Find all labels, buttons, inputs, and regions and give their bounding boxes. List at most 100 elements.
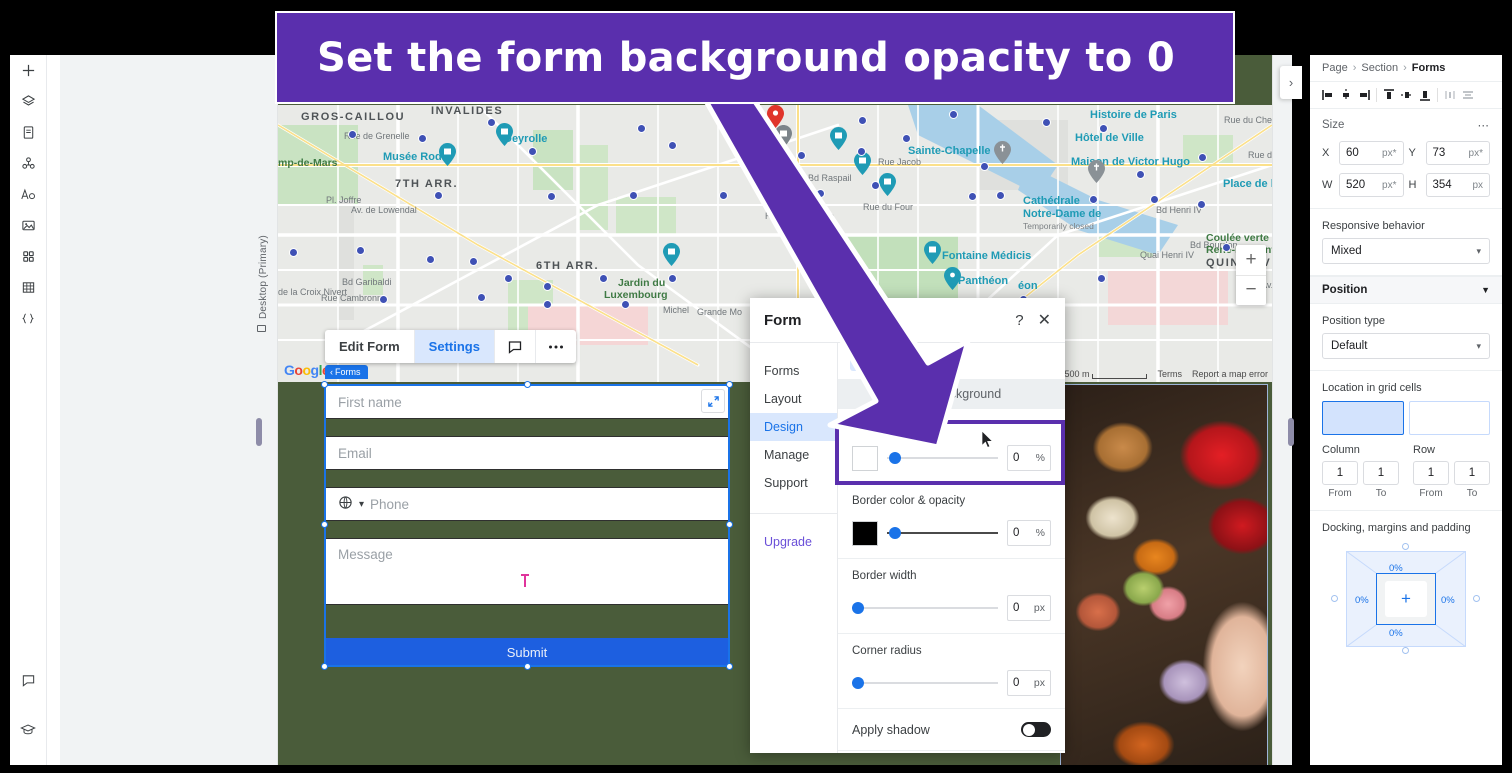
row-to-input[interactable]: 1	[1454, 461, 1490, 485]
more-icon[interactable]	[536, 330, 576, 363]
add-icon[interactable]	[10, 55, 46, 86]
plus-icon[interactable]: +	[1385, 581, 1427, 617]
code-icon[interactable]	[10, 303, 46, 334]
corner-radius-input[interactable]: 0 px	[1007, 670, 1051, 696]
map-pin-deyrolle[interactable]	[496, 123, 513, 146]
docking-right-value[interactable]: 0%	[1441, 595, 1455, 606]
resize-handle-tc[interactable]	[524, 381, 531, 388]
edit-form-button[interactable]: Edit Form	[325, 330, 415, 363]
align-center-horizontal-icon[interactable]	[1338, 85, 1354, 105]
y-input[interactable]: 73 px*	[1425, 141, 1490, 165]
align-right-icon[interactable]	[1356, 85, 1372, 105]
settings-button[interactable]: Settings	[414, 330, 495, 363]
map-transit-dot[interactable]	[1196, 200, 1206, 209]
map-pin-notredame[interactable]	[1088, 160, 1105, 183]
shapes-icon[interactable]	[10, 148, 46, 179]
map-transit-dot[interactable]	[476, 293, 486, 303]
dock-handle-top[interactable]	[1402, 543, 1409, 550]
chevron-down-icon[interactable]: ▼	[1481, 285, 1490, 295]
breadcrumb-section[interactable]: Section	[1361, 62, 1398, 74]
table-icon[interactable]	[10, 272, 46, 303]
page-icon[interactable]	[10, 117, 46, 148]
map-zoom-in-button[interactable]: +	[1236, 245, 1266, 276]
grid-cell[interactable]	[1408, 401, 1490, 435]
apps-icon[interactable]	[10, 241, 46, 272]
close-icon[interactable]: ✕	[1038, 310, 1051, 330]
map-transit-dot[interactable]	[621, 299, 631, 309]
docking-left-value[interactable]: 0%	[1355, 595, 1369, 606]
form-widget[interactable]: First name Email ▾ Phone Message Submit	[321, 381, 733, 701]
align-bottom-icon[interactable]	[1417, 85, 1433, 105]
map-transit-dot[interactable]	[527, 146, 537, 156]
reset-to-original-design-link[interactable]: Reset to original design	[838, 751, 1065, 753]
flower-image[interactable]	[1060, 384, 1268, 765]
corner-radius-slider[interactable]	[852, 676, 998, 690]
graduation-icon[interactable]	[10, 714, 46, 745]
resize-handle-tl[interactable]	[321, 381, 328, 388]
resize-handle-bc[interactable]	[524, 663, 531, 670]
column-to-input[interactable]: 1	[1363, 461, 1399, 485]
map-pin-rodin[interactable]	[439, 143, 456, 166]
dialog-nav-support[interactable]: Support	[750, 469, 837, 497]
more-icon[interactable]: ⋯	[1478, 118, 1491, 132]
map-transit-dot[interactable]	[1136, 169, 1145, 179]
map-transit-dot[interactable]	[418, 133, 428, 143]
fill-opacity-input[interactable]: 0 %	[1007, 445, 1051, 471]
map-zoom-out-button[interactable]: −	[1236, 276, 1266, 306]
border-width-input[interactable]: 0 px	[1007, 595, 1051, 621]
text-icon[interactable]	[10, 179, 46, 210]
map-transit-dot[interactable]	[1198, 152, 1208, 162]
map-transit-dot[interactable]	[434, 190, 443, 200]
border-width-slider[interactable]	[852, 601, 998, 615]
map-transit-dot[interactable]	[1221, 242, 1231, 252]
distribute-vertical-icon[interactable]	[1460, 85, 1476, 105]
map-transit-dot[interactable]	[543, 299, 553, 309]
distribute-horizontal-icon[interactable]	[1442, 85, 1458, 105]
map-transit-dot[interactable]	[543, 281, 553, 291]
dialog-nav-upgrade[interactable]: Upgrade	[750, 528, 837, 556]
dock-handle-bottom[interactable]	[1402, 647, 1409, 654]
slider-knob[interactable]	[852, 602, 864, 614]
map-pin-fontaine[interactable]	[663, 243, 680, 266]
image-icon[interactable]	[10, 210, 46, 241]
map-report-link[interactable]: Report a map error	[1192, 369, 1268, 379]
resize-handle-br[interactable]	[726, 663, 733, 670]
layers-icon[interactable]	[10, 86, 46, 117]
align-center-vertical-icon[interactable]	[1399, 85, 1415, 105]
map-terms-link[interactable]: Terms	[1157, 369, 1182, 379]
position-section-header[interactable]: Position ▼	[1310, 276, 1502, 304]
map-transit-dot[interactable]	[348, 129, 358, 139]
row-from-input[interactable]: 1	[1413, 461, 1449, 485]
map-zoom-control[interactable]: + −	[1236, 245, 1266, 305]
align-top-icon[interactable]	[1381, 85, 1397, 105]
comment-icon[interactable]	[10, 665, 46, 696]
dock-handle-left[interactable]	[1331, 595, 1338, 602]
map-transit-dot[interactable]	[288, 247, 298, 257]
resize-handle-bl[interactable]	[321, 663, 328, 670]
border-color-swatch[interactable]	[852, 520, 878, 546]
map-transit-dot[interactable]	[356, 245, 365, 255]
resize-handle-ml[interactable]	[321, 521, 328, 528]
canvas-resize-handle-left[interactable]	[256, 418, 262, 446]
h-input[interactable]: 354 px	[1425, 173, 1490, 197]
docking-inner-box[interactable]: +	[1376, 573, 1436, 625]
forms-badge[interactable]: ‹ Forms	[325, 365, 368, 379]
help-icon[interactable]: ?	[1015, 312, 1023, 329]
slider-knob[interactable]	[852, 677, 864, 689]
comment-icon[interactable]	[495, 330, 536, 363]
position-type-select[interactable]: Default ▾	[1322, 333, 1490, 359]
map-transit-dot[interactable]	[636, 124, 646, 133]
slider-knob[interactable]	[889, 527, 901, 539]
border-opacity-slider[interactable]	[887, 526, 998, 540]
collapse-panel-button[interactable]: ›	[1280, 66, 1302, 99]
grid-cell-selected[interactable]	[1322, 401, 1404, 435]
canvas-resize-handle-right[interactable]	[1288, 418, 1294, 446]
breadcrumb-page[interactable]: Page	[1322, 62, 1348, 74]
dock-handle-right[interactable]	[1473, 595, 1480, 602]
resize-handle-mr[interactable]	[726, 521, 733, 528]
x-input[interactable]: 60 px*	[1339, 141, 1404, 165]
border-opacity-input[interactable]: 0 %	[1007, 520, 1051, 546]
responsive-select[interactable]: Mixed ▾	[1322, 238, 1490, 264]
w-input[interactable]: 520 px*	[1339, 173, 1404, 197]
docking-bottom-value[interactable]: 0%	[1389, 628, 1403, 639]
